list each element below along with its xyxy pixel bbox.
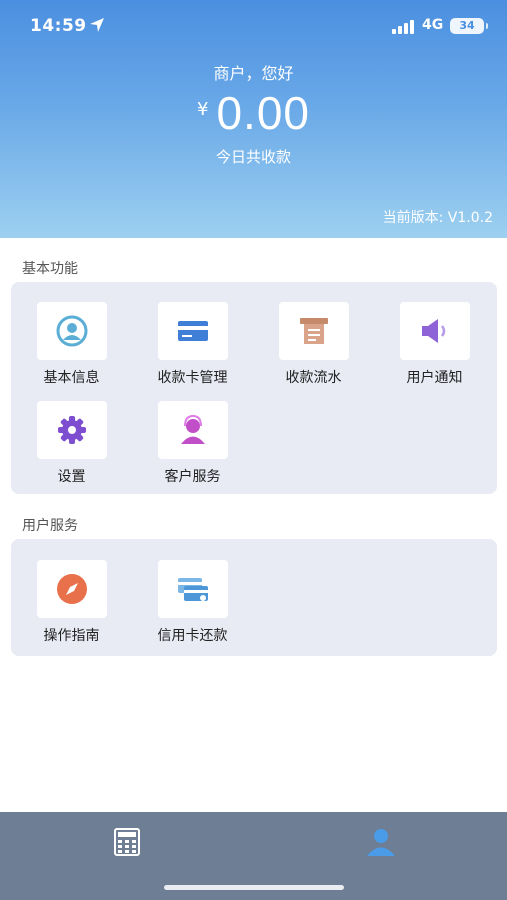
profile-icon xyxy=(366,829,395,856)
credit-card-repay-icon xyxy=(177,578,208,601)
menu-item-label: 设置 xyxy=(57,469,86,485)
location-arrow-icon xyxy=(90,18,104,32)
section-title-service: 用户服务 xyxy=(22,518,78,534)
home-indicator xyxy=(164,885,344,890)
header-banner: 14:59 4G 34 商户，您好 ¥0.00 今日共收款 当前版本: V1.0… xyxy=(0,0,507,238)
menu-item-label: 基本信息 xyxy=(43,370,100,386)
user-info-icon xyxy=(56,315,87,347)
menu-item-label: 操作指南 xyxy=(43,628,100,644)
menu-item-label: 用户通知 xyxy=(406,370,463,386)
customer-service-icon xyxy=(180,414,205,444)
tab-calculator[interactable] xyxy=(0,812,253,872)
total-amount: 0.00 xyxy=(216,87,310,139)
menu-item-label: 客户服务 xyxy=(164,469,221,485)
network-type: 4G xyxy=(422,17,444,33)
compass-icon xyxy=(56,574,87,604)
card-icon xyxy=(177,321,208,341)
signal-icon xyxy=(392,20,414,34)
amount-caption: 今日共收款 xyxy=(215,148,291,166)
status-bar: 14:59 4G 34 xyxy=(0,0,507,52)
gear-icon xyxy=(57,416,86,444)
speaker-icon xyxy=(421,319,445,343)
menu-item-label: 收款卡管理 xyxy=(157,370,228,386)
amount-row: ¥0.00 xyxy=(0,86,507,140)
menu-item-guide[interactable]: 操作指南 xyxy=(11,560,132,645)
menu-item-transactions[interactable]: 收款流水 xyxy=(253,302,374,387)
user-services-panel: 操作指南 信用卡还款 xyxy=(11,539,497,656)
menu-item-settings[interactable]: 设置 xyxy=(11,401,132,486)
battery-icon: 34 xyxy=(450,18,488,34)
receipt-icon xyxy=(299,318,328,344)
basic-functions-panel: 基本信息 收款卡管理 收款流水 用户通知 设置 客户服务 xyxy=(11,282,497,494)
section-title-basic: 基本功能 xyxy=(22,261,78,277)
menu-item-label: 信用卡还款 xyxy=(157,628,228,644)
menu-item-card-management[interactable]: 收款卡管理 xyxy=(132,302,253,387)
menu-item-basic-info[interactable]: 基本信息 xyxy=(11,302,132,387)
menu-item-credit-repay[interactable]: 信用卡还款 xyxy=(132,560,253,645)
tab-profile[interactable] xyxy=(254,812,507,872)
menu-item-notifications[interactable]: 用户通知 xyxy=(374,302,495,387)
greeting-text: 商户，您好 xyxy=(213,64,294,83)
version-label: 当前版本: V1.0.2 xyxy=(382,210,493,226)
status-time: 14:59 xyxy=(30,16,87,36)
calculator-icon xyxy=(113,828,140,856)
menu-item-customer-service[interactable]: 客户服务 xyxy=(132,401,253,486)
currency-symbol: ¥ xyxy=(197,99,209,120)
menu-item-label: 收款流水 xyxy=(285,370,342,386)
